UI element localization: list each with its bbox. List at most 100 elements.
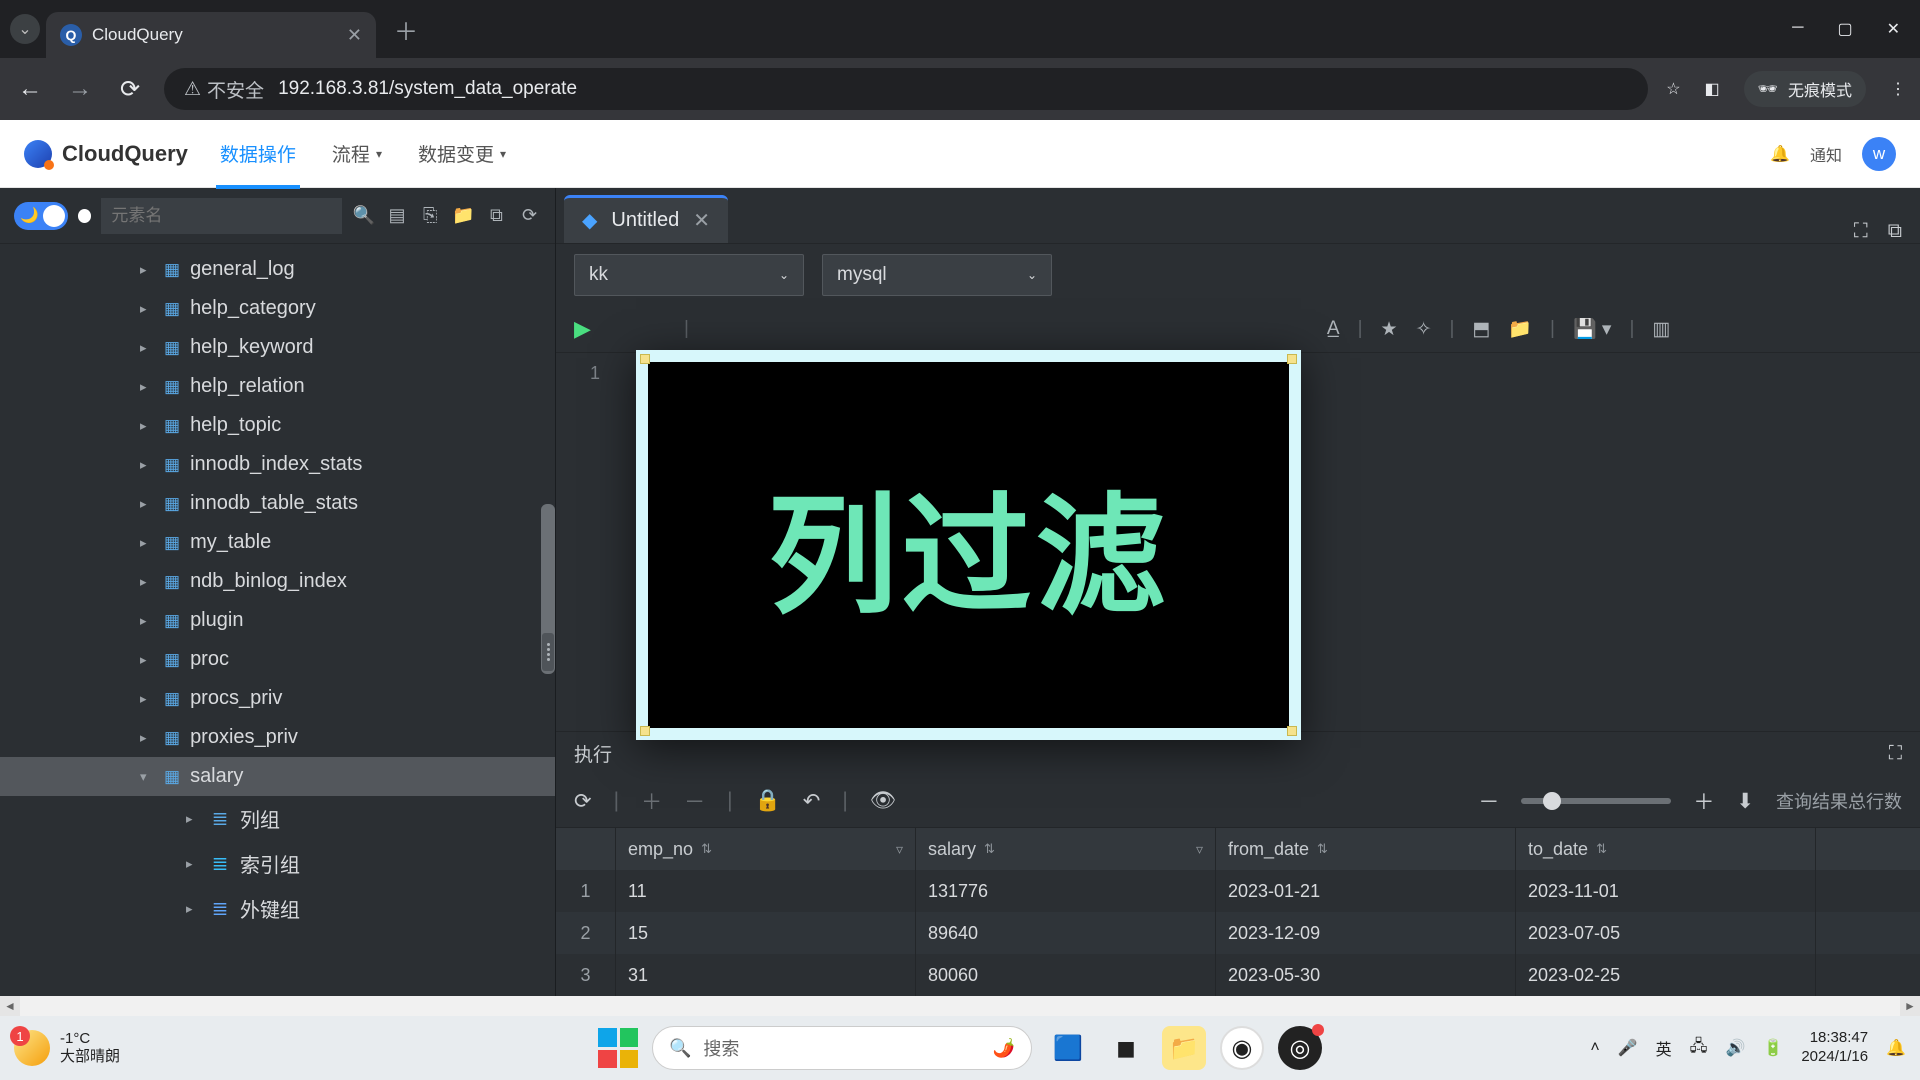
tree-item-general_log[interactable]: ▸▦general_log	[0, 250, 555, 289]
cell-from_date[interactable]: 2023-01-21	[1216, 870, 1516, 912]
tree-item-help_category[interactable]: ▸▦help_category	[0, 289, 555, 328]
table-row[interactable]: 331800602023-05-302023-02-25	[556, 954, 1920, 996]
database-select[interactable]: mysql ⌄	[822, 254, 1052, 296]
sort-icon[interactable]: ⇅	[984, 841, 995, 857]
save-menu-button[interactable]: 💾 ▾	[1573, 317, 1611, 341]
cell-salary[interactable]: 131776	[916, 870, 1216, 912]
tree-item-innodb_table_stats[interactable]: ▸▦innodb_table_stats	[0, 484, 555, 523]
tree-item-proxies_priv[interactable]: ▸▦proxies_priv	[0, 718, 555, 757]
tree-subitem[interactable]: ▸≣列组	[0, 796, 555, 841]
tree-item-ndb_binlog_index[interactable]: ▸▦ndb_binlog_index	[0, 562, 555, 601]
resize-handle-icon[interactable]	[1287, 354, 1297, 364]
caret-icon[interactable]: ▸	[140, 340, 154, 356]
caret-icon[interactable]: ▾	[140, 769, 154, 785]
caret-icon[interactable]: ▸	[140, 574, 154, 590]
bookmark-star-icon[interactable]: ☆	[1666, 79, 1680, 99]
taskbar-explorer-icon[interactable]: 📁	[1162, 1026, 1206, 1070]
caret-icon[interactable]: ▸	[140, 535, 154, 551]
zoom-in-icon[interactable]: ＋	[1693, 786, 1714, 816]
table-row[interactable]: 215896402023-12-092023-07-05	[556, 912, 1920, 954]
close-window-icon[interactable]: ✕	[1887, 19, 1900, 39]
tree-item-procs_priv[interactable]: ▸▦procs_priv	[0, 679, 555, 718]
connection-select[interactable]: kk ⌄	[574, 254, 804, 296]
tree-item-help_relation[interactable]: ▸▦help_relation	[0, 367, 555, 406]
folder-icon[interactable]: 📁	[452, 205, 475, 226]
result-tab-label[interactable]: 执行	[574, 740, 612, 767]
cell-emp_no[interactable]: 31	[616, 954, 916, 996]
favorite-icon[interactable]: ★	[1381, 318, 1398, 341]
refresh-icon[interactable]: ⟳	[518, 205, 541, 226]
close-tab-icon[interactable]: ✕	[347, 25, 362, 46]
cell-emp_no[interactable]: 11	[616, 870, 916, 912]
tree-item-my_table[interactable]: ▸▦my_table	[0, 523, 555, 562]
refresh-result-icon[interactable]: ⟳	[574, 789, 592, 814]
tree-item-proc[interactable]: ▸▦proc	[0, 640, 555, 679]
add-favorite-icon[interactable]: ✧	[1416, 318, 1432, 341]
caret-icon[interactable]: ▸	[140, 496, 154, 512]
cell-emp_no[interactable]: 15	[616, 912, 916, 954]
browser-tab[interactable]: Q CloudQuery ✕	[46, 12, 376, 58]
minimize-icon[interactable]: ─	[1792, 19, 1803, 39]
expand-icon[interactable]: ⛶	[1854, 220, 1868, 243]
column-header-salary[interactable]: salary⇅▿	[916, 828, 1216, 870]
filter-icon[interactable]: ▿	[896, 841, 903, 858]
cell-salary[interactable]: 89640	[916, 912, 1216, 954]
scroll-right-icon[interactable]: ►	[1900, 996, 1920, 1016]
resize-handle-icon[interactable]	[640, 726, 650, 736]
taskbar-app-icon[interactable]: ◼	[1104, 1026, 1148, 1070]
locate-icon[interactable]: ▤	[386, 205, 409, 226]
caret-icon[interactable]: ▸	[186, 901, 200, 917]
caret-icon[interactable]: ▸	[140, 691, 154, 707]
filter-icon[interactable]: ▿	[1196, 841, 1203, 858]
taskbar-chrome-icon[interactable]: ◉	[1220, 1026, 1264, 1070]
caret-icon[interactable]: ▸	[140, 457, 154, 473]
export-icon[interactable]: ⎘	[419, 205, 442, 226]
download-icon[interactable]: ⬇	[1736, 789, 1754, 814]
app-logo[interactable]: CloudQuery	[24, 140, 188, 168]
column-header-emp_no[interactable]: emp_no⇅▿	[616, 828, 916, 870]
caret-icon[interactable]: ▸	[140, 379, 154, 395]
table-row[interactable]: 1111317762023-01-212023-11-01	[556, 870, 1920, 912]
object-tree[interactable]: ▸▦general_log▸▦help_category▸▦help_keywo…	[0, 244, 555, 996]
page-horizontal-scrollbar[interactable]: ◄ ►	[0, 996, 1920, 1016]
cell-salary[interactable]: 80060	[916, 954, 1216, 996]
close-tab-icon[interactable]: ✕	[693, 208, 710, 233]
taskbar-clock[interactable]: 18:38:47 2024/1/16	[1801, 1029, 1868, 1067]
sort-icon[interactable]: ⇅	[701, 841, 712, 857]
address-bar[interactable]: ⚠ 不安全 192.168.3.81/system_data_operate	[164, 68, 1648, 110]
open-folder-icon[interactable]: 📁	[1508, 317, 1532, 341]
caret-icon[interactable]: ▸	[140, 418, 154, 434]
column-header-to_date[interactable]: to_date⇅	[1516, 828, 1816, 870]
nav-item-data-change[interactable]: 数据变更 ▾	[414, 120, 510, 187]
resize-handle-icon[interactable]	[640, 354, 650, 364]
caret-icon[interactable]: ▸	[140, 262, 154, 278]
zoom-slider[interactable]	[1521, 798, 1671, 804]
terminal-icon[interactable]: ▥	[1652, 318, 1670, 341]
tree-subitem[interactable]: ▸≣外键组	[0, 886, 555, 931]
new-tab-button[interactable]: ＋	[394, 12, 418, 47]
caret-icon[interactable]: ▸	[140, 652, 154, 668]
maximize-icon[interactable]: ▢	[1837, 19, 1852, 39]
tree-item-plugin[interactable]: ▸▦plugin	[0, 601, 555, 640]
taskbar-obs-icon[interactable]: ◎	[1278, 1026, 1322, 1070]
security-indicator[interactable]: ⚠ 不安全	[184, 76, 264, 103]
eye-icon[interactable]: 👁	[870, 789, 897, 813]
back-button[interactable]: ←	[14, 75, 46, 103]
bell-icon[interactable]: 🔔	[1770, 144, 1790, 164]
sort-icon[interactable]: ⇅	[1596, 841, 1607, 857]
caret-icon[interactable]: ▸	[140, 613, 154, 629]
collapse-icon[interactable]: ⧉	[485, 205, 508, 226]
caret-icon[interactable]: ▸	[140, 730, 154, 746]
network-icon[interactable]: 🖧	[1690, 1035, 1708, 1062]
tray-chevron-icon[interactable]: ˄	[1590, 1039, 1599, 1057]
taskbar-app-icon[interactable]: 🟦	[1046, 1026, 1090, 1070]
drag-handle-icon[interactable]	[542, 633, 554, 671]
expand-result-icon[interactable]: ⛶	[1889, 743, 1902, 765]
tab-list-button[interactable]: ⌄	[10, 14, 40, 44]
taskbar-search[interactable]: 🔍 搜索 🌶️	[652, 1026, 1032, 1070]
incognito-indicator[interactable]: 🕶 无痕模式	[1744, 71, 1866, 107]
column-header-from_date[interactable]: from_date⇅	[1216, 828, 1516, 870]
cell-from_date[interactable]: 2023-12-09	[1216, 912, 1516, 954]
ime-indicator[interactable]: 英	[1656, 1036, 1672, 1060]
scroll-left-icon[interactable]: ◄	[0, 996, 20, 1016]
